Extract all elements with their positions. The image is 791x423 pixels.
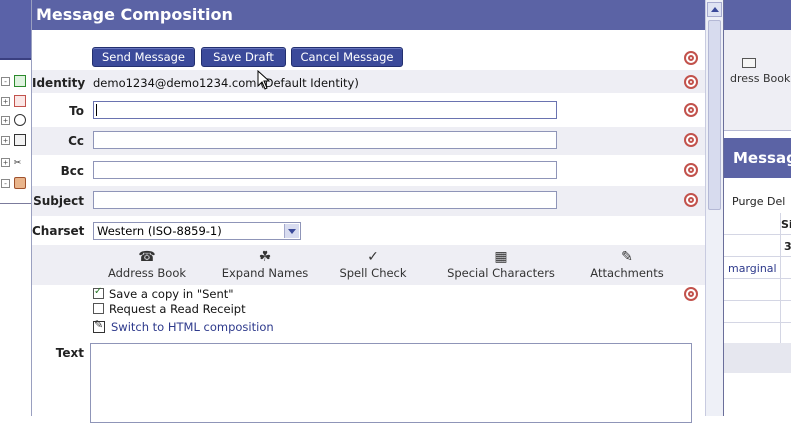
- dialog-scrollbar[interactable]: [705, 0, 723, 416]
- expand-icon[interactable]: +: [1, 116, 10, 125]
- expand-icon[interactable]: +: [1, 158, 10, 167]
- tree-node-4[interactable]: +: [0, 133, 31, 151]
- charset-select[interactable]: Western (ISO-8859-1): [93, 222, 301, 240]
- expand-names-icon: ☘: [258, 249, 272, 265]
- folder-tree-header: [0, 0, 31, 58]
- address-book-icon: ☎: [138, 249, 156, 265]
- message-body-textarea[interactable]: [90, 343, 692, 423]
- tree-node-5[interactable]: + ✂: [0, 155, 31, 173]
- tools-icon: ✂: [14, 155, 22, 169]
- spell-check-label: Spell Check: [339, 266, 407, 280]
- spell-check-icon: ✓: [367, 249, 379, 265]
- read-receipt-checkbox[interactable]: [93, 303, 104, 314]
- help-icon[interactable]: [684, 287, 698, 301]
- switch-html-label: Switch to HTML composition: [111, 320, 274, 334]
- folder-tree-panel: - + + + + ✂ -: [0, 0, 31, 416]
- help-icon[interactable]: [684, 51, 698, 65]
- purge-button[interactable]: Purge Del: [732, 195, 785, 208]
- background-window: dress Book Messag Purge Del Si 3 margina…: [723, 0, 791, 416]
- collapse-icon[interactable]: -: [1, 179, 10, 188]
- tree-node-1[interactable]: -: [0, 74, 31, 92]
- message-composition-dialog: Message Composition Send Message Save Dr…: [31, 0, 706, 423]
- folder-tree-bottom-border: [0, 203, 31, 204]
- bcc-label: Bcc: [60, 164, 84, 178]
- cc-label: Cc: [68, 134, 84, 148]
- identity-label: Identity: [32, 76, 86, 90]
- trash-icon: [14, 177, 26, 189]
- charset-value: Western (ISO-8859-1): [97, 224, 222, 238]
- charset-label: Charset: [32, 224, 85, 238]
- cancel-message-button[interactable]: Cancel Message: [291, 47, 403, 67]
- spell-check-button[interactable]: ✓ Spell Check: [334, 248, 412, 280]
- save-copy-checkbox[interactable]: [93, 286, 104, 299]
- attachments-label: Attachments: [590, 266, 664, 280]
- chevron-down-icon[interactable]: [284, 224, 299, 238]
- read-receipt-label: Request a Read Receipt: [109, 302, 246, 316]
- save-copy-label: Save a copy in "Sent": [109, 287, 234, 301]
- address-book-icon[interactable]: [742, 58, 756, 68]
- notes-icon: [14, 134, 26, 146]
- expand-icon[interactable]: +: [1, 136, 10, 145]
- special-characters-button[interactable]: ▦ Special Characters: [443, 248, 559, 280]
- background-header: [724, 0, 791, 30]
- address-book-button[interactable]: ☎ Address Book: [105, 248, 189, 280]
- tree-node-6[interactable]: -: [0, 176, 31, 194]
- special-characters-icon: ▦: [494, 249, 508, 265]
- text-caret: [96, 104, 97, 116]
- lightbulb-icon: [14, 114, 26, 126]
- tree-node-2[interactable]: +: [0, 94, 31, 112]
- dialog-title: Message Composition: [32, 0, 706, 30]
- folder-tree-divider: [0, 58, 31, 60]
- size-column-header[interactable]: Si: [781, 218, 791, 231]
- cc-field[interactable]: [93, 131, 557, 149]
- subject-field[interactable]: [93, 191, 557, 209]
- help-icon[interactable]: [684, 193, 698, 207]
- help-icon[interactable]: [684, 103, 698, 117]
- message-row-label[interactable]: marginal: [728, 262, 777, 275]
- scroll-up-icon[interactable]: [707, 2, 722, 17]
- switch-html-link[interactable]: Switch to HTML composition: [93, 318, 274, 334]
- list-footer: [724, 343, 791, 373]
- folder-icon: [14, 75, 26, 87]
- help-icon[interactable]: [684, 163, 698, 177]
- help-icon[interactable]: [684, 133, 698, 147]
- scroll-thumb[interactable]: [708, 20, 721, 210]
- bcc-field[interactable]: [93, 161, 557, 179]
- edit-icon: [93, 318, 105, 333]
- expand-names-button[interactable]: ☘ Expand Names: [219, 248, 311, 280]
- to-field[interactable]: [93, 101, 557, 119]
- special-characters-label: Special Characters: [447, 266, 555, 280]
- messages-title: Messag: [724, 138, 791, 178]
- message-count: 3: [784, 240, 791, 253]
- address-book-label: Address Book: [107, 266, 187, 280]
- expand-icon[interactable]: +: [1, 97, 10, 106]
- save-draft-button[interactable]: Save Draft: [201, 47, 286, 67]
- text-label: Text: [55, 346, 84, 360]
- to-label: To: [69, 104, 84, 118]
- address-book-link[interactable]: dress Book: [730, 72, 790, 85]
- attachments-button[interactable]: ✎ Attachments: [587, 248, 667, 280]
- send-message-button[interactable]: Send Message: [92, 47, 195, 67]
- collapse-icon[interactable]: -: [1, 77, 10, 86]
- expand-names-label: Expand Names: [221, 266, 309, 280]
- identity-value: demo1234@demo1234.com (Default Identity): [93, 76, 359, 90]
- subject-label: Subject: [33, 194, 84, 208]
- mail-folder-icon: [14, 95, 26, 107]
- paperclip-icon: ✎: [621, 249, 633, 265]
- help-icon[interactable]: [684, 75, 698, 89]
- tree-node-3[interactable]: +: [0, 113, 31, 131]
